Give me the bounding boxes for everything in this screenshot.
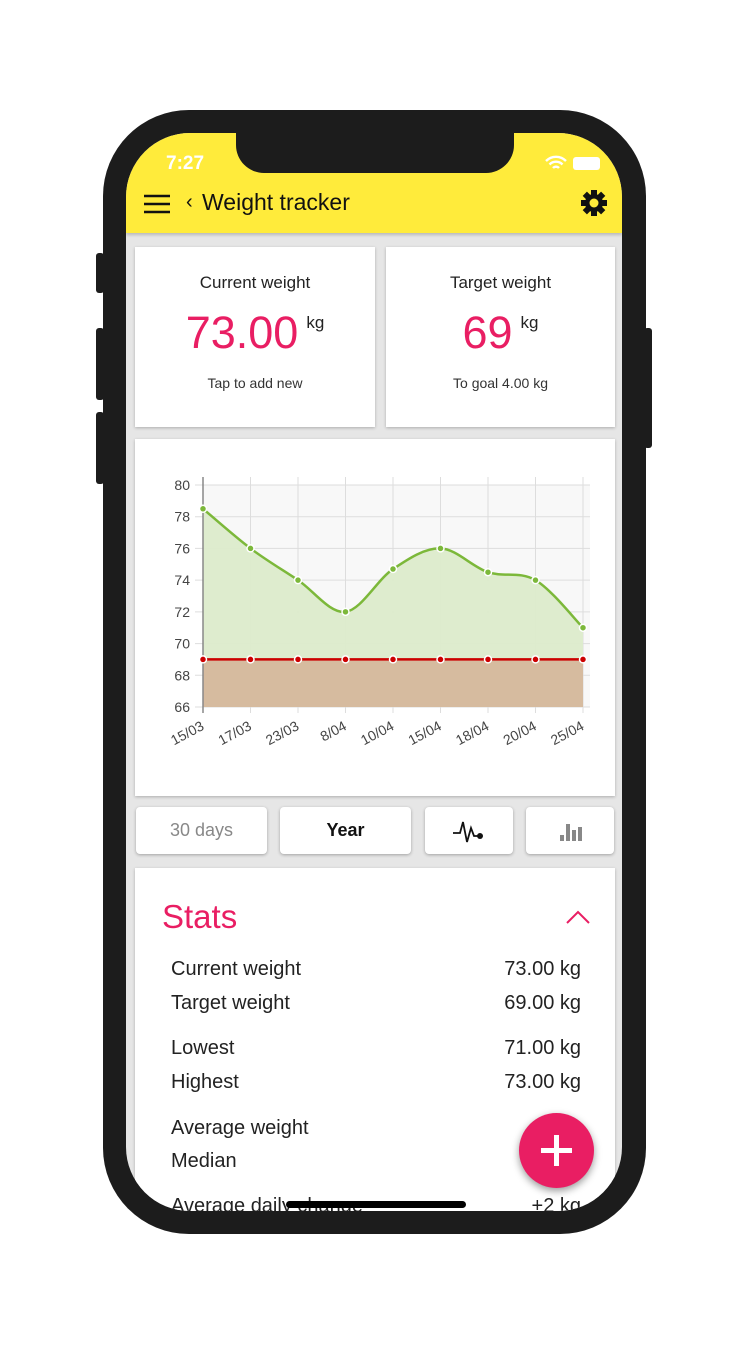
tab-year[interactable]: Year xyxy=(280,807,411,854)
to-goal-text: To goal 4.00 kg xyxy=(453,375,548,391)
hamburger-icon[interactable] xyxy=(144,193,171,215)
page-title: Weight tracker xyxy=(202,189,350,215)
target-point xyxy=(531,655,540,664)
stat-row: Target weight 69.00 kg xyxy=(171,992,581,1015)
target-point xyxy=(246,655,255,664)
y-tick-label: 74 xyxy=(174,572,190,588)
tap-to-add-hint: Tap to add new xyxy=(207,375,303,391)
stat-value: +2 kg xyxy=(531,1195,581,1211)
stat-row: Current weight 73.00 kg xyxy=(171,958,581,981)
chevron-up-icon[interactable] xyxy=(566,910,590,924)
y-tick-label: 66 xyxy=(174,699,190,715)
add-entry-fab[interactable] xyxy=(519,1113,594,1188)
current-weight-value: 73.00 kg xyxy=(185,307,325,358)
stat-value: 71.00 kg xyxy=(504,1037,581,1059)
bar-chart-button[interactable] xyxy=(526,807,614,854)
stat-label: Median xyxy=(171,1150,237,1172)
weight-point xyxy=(483,567,493,577)
target-weight-label: Target weight xyxy=(449,273,552,292)
notch xyxy=(236,133,514,173)
target-point xyxy=(341,655,350,664)
y-tick-label: 76 xyxy=(174,540,190,556)
x-tick-label: 15/04 xyxy=(405,717,444,748)
x-tick-label: 25/04 xyxy=(548,717,587,748)
target-point xyxy=(293,655,303,664)
x-tick-label: 8/04 xyxy=(317,717,349,744)
y-tick-label: 68 xyxy=(174,667,190,683)
target-weight-value: 69 kg xyxy=(462,307,539,358)
y-tick-label: 72 xyxy=(174,604,190,620)
weight-point xyxy=(531,575,540,585)
stat-label: Average weight xyxy=(171,1117,309,1139)
screen: 7:27 ‹ Weight tracker Current weight 73.… xyxy=(126,133,622,1211)
tab-30-days[interactable]: 30 days xyxy=(136,807,267,854)
weight-point xyxy=(341,607,350,617)
x-tick-label: 23/03 xyxy=(263,717,302,748)
weight-point xyxy=(246,544,255,553)
target-area xyxy=(203,659,583,707)
status-time: 7:27 xyxy=(166,153,205,174)
x-tick-label: 10/04 xyxy=(358,717,397,748)
stats-title: Stats xyxy=(162,898,238,935)
stat-row: Highest 73.00 kg xyxy=(171,1071,581,1094)
y-tick-label: 78 xyxy=(174,509,190,525)
current-weight-label: Current weight xyxy=(199,273,311,292)
y-tick-label: 80 xyxy=(174,477,190,493)
target-point xyxy=(483,655,493,664)
line-chart-button[interactable] xyxy=(425,807,513,854)
stat-label: Target weight xyxy=(171,992,290,1014)
current-weight-card[interactable]: Current weight 73.00 kg Tap to add new xyxy=(135,247,375,427)
stat-row: Lowest 71.00 kg xyxy=(171,1037,581,1060)
x-tick-label: 20/04 xyxy=(500,717,539,748)
target-point xyxy=(388,655,398,664)
target-point xyxy=(578,655,588,664)
stat-label: Current weight xyxy=(171,958,302,980)
plus-icon xyxy=(541,1135,572,1166)
weight-chart: 66 68 70 72 74 76 78 80 15/03 17/03 23/03 8/04 10/04… xyxy=(168,477,590,748)
x-tick-label: 18/04 xyxy=(453,717,492,748)
wifi-icon xyxy=(545,155,567,169)
gear-icon[interactable] xyxy=(581,190,607,216)
x-tick-label: 15/03 xyxy=(168,717,207,748)
chart-card: 66 68 70 72 74 76 78 80 15/03 17/03 23/03 8/04 10/04… xyxy=(135,439,615,796)
target-point xyxy=(436,655,445,664)
weight-point xyxy=(578,623,588,632)
home-indicator xyxy=(286,1201,466,1208)
x-tick-label: 17/03 xyxy=(215,717,254,748)
weight-point xyxy=(388,564,398,574)
stat-label: Lowest xyxy=(171,1037,235,1059)
stat-value: 69.00 kg xyxy=(504,992,581,1014)
weight-point xyxy=(198,504,208,514)
weight-point xyxy=(293,575,303,585)
bar-chart-icon xyxy=(560,823,582,841)
weight-point xyxy=(436,544,445,553)
stat-value: 73.00 kg xyxy=(504,958,581,980)
battery-icon xyxy=(573,157,600,170)
back-button[interactable]: ‹ xyxy=(186,191,193,214)
target-weight-card[interactable]: Target weight 69 kg To goal 4.00 kg xyxy=(386,247,615,427)
y-tick-label: 70 xyxy=(174,636,190,652)
target-point xyxy=(198,655,208,664)
line-chart-icon xyxy=(453,821,483,842)
stat-value: 73.00 kg xyxy=(504,1071,581,1093)
stat-label: Highest xyxy=(171,1071,239,1093)
